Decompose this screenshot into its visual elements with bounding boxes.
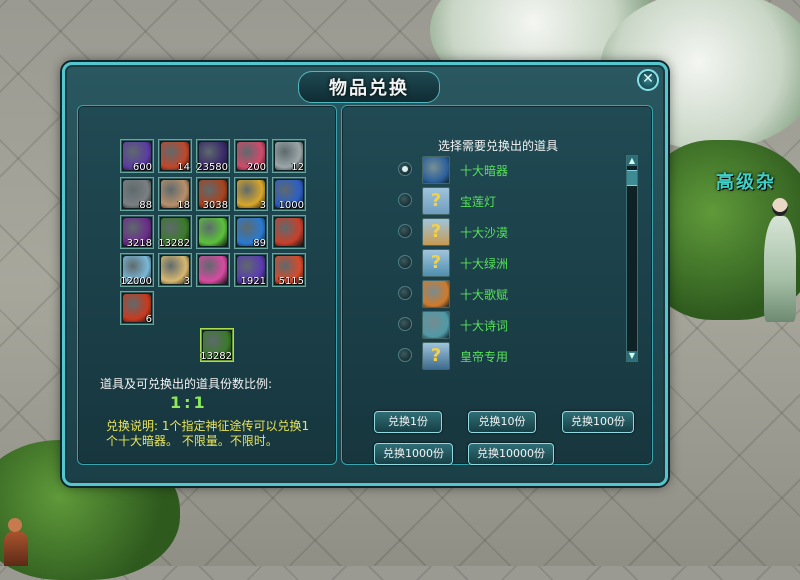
selected-item-qty: 13282 [200, 351, 232, 362]
inventory-slot[interactable]: 3038 [196, 177, 230, 211]
poem-card-icon [422, 311, 450, 339]
npc-shop-sign: 高级杂 [716, 172, 776, 193]
scroll-up-icon[interactable]: ▲ [627, 156, 637, 166]
slot-qty: 3038 [202, 200, 228, 211]
dialog-title: 物品兑换 [329, 78, 409, 99]
inventory-slot[interactable] [196, 253, 230, 287]
inventory-slot[interactable]: 14 [158, 139, 192, 173]
inventory-slot[interactable]: 5115 [272, 253, 306, 287]
red-feather-icon [275, 218, 303, 246]
inventory-slot[interactable]: 13282 [158, 215, 192, 249]
radio-button[interactable] [398, 193, 412, 207]
slot-qty: 3 [259, 200, 266, 211]
reward-list-item[interactable]: ? 十大沙漠 [398, 218, 608, 246]
reward-item-name: 十大绿洲 [460, 257, 509, 271]
slot-qty: 200 [246, 162, 266, 173]
reward-item-name: 十大诗词 [460, 319, 509, 333]
inventory-slot[interactable]: 1921 [234, 253, 268, 287]
inventory-slot[interactable]: 3218 [120, 215, 154, 249]
inventory-slot[interactable]: 89 [234, 215, 268, 249]
question-icon: ? [422, 342, 450, 370]
reward-list-title: 选择需要兑换出的道具 [438, 139, 559, 153]
item-exchange-dialog: 物品兑换 ✕ 600 14 23580 200 12 88 18 3038 3 1000 3218 1… [62, 62, 668, 486]
radio-button[interactable] [398, 317, 412, 331]
exchange-100-button[interactable]: 兑换100份 [562, 411, 634, 433]
question-icon: ? [422, 187, 450, 215]
inventory-panel: 600 14 23580 200 12 88 18 3038 3 1000 3218 13282 89 1… [77, 105, 337, 465]
inventory-slot[interactable]: 600 [120, 139, 154, 173]
reward-item-name: 宝莲灯 [460, 195, 497, 209]
player-character[interactable] [0, 516, 32, 566]
exchange-1000-button[interactable]: 兑换1000份 [374, 443, 453, 465]
slot-qty: 3 [183, 276, 190, 287]
inventory-slot[interactable]: 200 [234, 139, 268, 173]
radio-button[interactable] [398, 348, 412, 362]
reward-list-item[interactable]: ? 十大绿洲 [398, 249, 608, 277]
exchange-10-button[interactable]: 兑换10份 [468, 411, 536, 433]
reward-panel: 选择需要兑换出的道具 十大暗器? 宝莲灯? 十大沙漠? 十大绿洲 十大歌赋 十大诗词? 皇帝… [341, 105, 653, 465]
ratio-value: 1:1 [170, 393, 208, 412]
question-icon: ? [422, 249, 450, 277]
inventory-slot[interactable]: 3 [158, 253, 192, 287]
inventory-slot[interactable]: 88 [120, 177, 154, 211]
slot-qty: 18 [177, 200, 190, 211]
reward-list-item[interactable]: 十大歌赋 [398, 280, 608, 308]
reward-list-item[interactable]: ? 宝莲灯 [398, 187, 608, 215]
slot-qty: 12 [291, 162, 304, 173]
slot-qty: 13282 [158, 238, 190, 249]
slot-qty: 14 [177, 162, 190, 173]
ratio-label: 道具及可兑换出的道具份数比例: [100, 377, 273, 391]
reward-item-name: 十大歌赋 [460, 288, 509, 302]
orange-book-icon [422, 280, 450, 308]
reward-list-item[interactable]: ? 皇帝专用 [398, 342, 608, 370]
inventory-slot[interactable]: 23580 [196, 139, 230, 173]
slot-qty: 23580 [196, 162, 228, 173]
exchange-description: 兑换说明: 1个指定神征途传可以兑换1个十大暗器。 不限量。不限时。 [106, 419, 310, 448]
reward-list-item[interactable]: 十大诗词 [398, 311, 608, 339]
inventory-slot[interactable]: 18 [158, 177, 192, 211]
slot-qty: 88 [139, 200, 152, 211]
green-leaf-icon [199, 218, 227, 246]
slot-qty: 6 [145, 314, 152, 325]
exchange-1-button[interactable]: 兑换1份 [374, 411, 442, 433]
question-icon: ? [422, 218, 450, 246]
slot-qty: 1000 [278, 200, 304, 211]
dark-weapon-icon [422, 156, 450, 184]
close-button[interactable]: ✕ [637, 69, 659, 91]
radio-button[interactable] [398, 286, 412, 300]
inventory-slot[interactable]: 12 [272, 139, 306, 173]
inventory-slot[interactable]: 1000 [272, 177, 306, 211]
scroll-thumb[interactable] [627, 170, 637, 186]
firework-icon [199, 256, 227, 284]
inventory-slot[interactable]: 3 [234, 177, 268, 211]
inventory-slot[interactable]: 6 [120, 291, 154, 325]
slot-qty: 1921 [240, 276, 266, 287]
radio-button[interactable] [398, 255, 412, 269]
reward-list-item[interactable]: 十大暗器 [398, 156, 608, 184]
slot-qty: 600 [132, 162, 152, 173]
inventory-slot[interactable]: 12000 [120, 253, 154, 287]
exchange-10000-button[interactable]: 兑换10000份 [468, 443, 554, 465]
inventory-slot[interactable] [272, 215, 306, 249]
inventory-slot[interactable] [196, 215, 230, 249]
slot-qty: 89 [253, 238, 266, 249]
dialog-title-plate: 物品兑换 [298, 71, 440, 103]
npc-figure[interactable] [762, 198, 798, 326]
reward-item-name: 十大沙漠 [460, 226, 509, 240]
slot-qty: 12000 [120, 276, 152, 287]
reward-scrollbar[interactable]: ▲ ▼ [626, 155, 638, 362]
reward-item-name: 十大暗器 [460, 164, 509, 178]
slot-qty: 3218 [126, 238, 152, 249]
slot-qty: 5115 [278, 276, 304, 287]
radio-button[interactable] [398, 224, 412, 238]
radio-button[interactable] [398, 162, 412, 176]
selected-item-slot[interactable]: 13282 [200, 328, 234, 362]
scroll-down-icon[interactable]: ▼ [627, 351, 637, 361]
reward-item-name: 皇帝专用 [460, 350, 509, 364]
